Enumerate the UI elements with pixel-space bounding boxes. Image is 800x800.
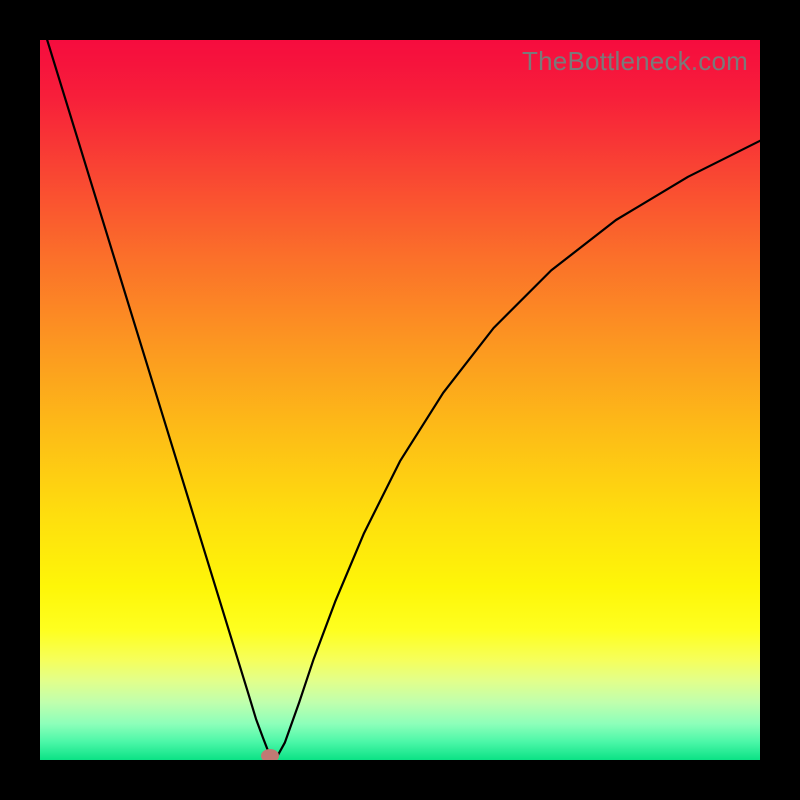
- optimal-point-marker: [261, 749, 279, 760]
- bottleneck-curve: [40, 40, 760, 760]
- watermark-text: TheBottleneck.com: [522, 46, 748, 77]
- plot-area: TheBottleneck.com: [40, 40, 760, 760]
- chart-frame: TheBottleneck.com: [0, 0, 800, 800]
